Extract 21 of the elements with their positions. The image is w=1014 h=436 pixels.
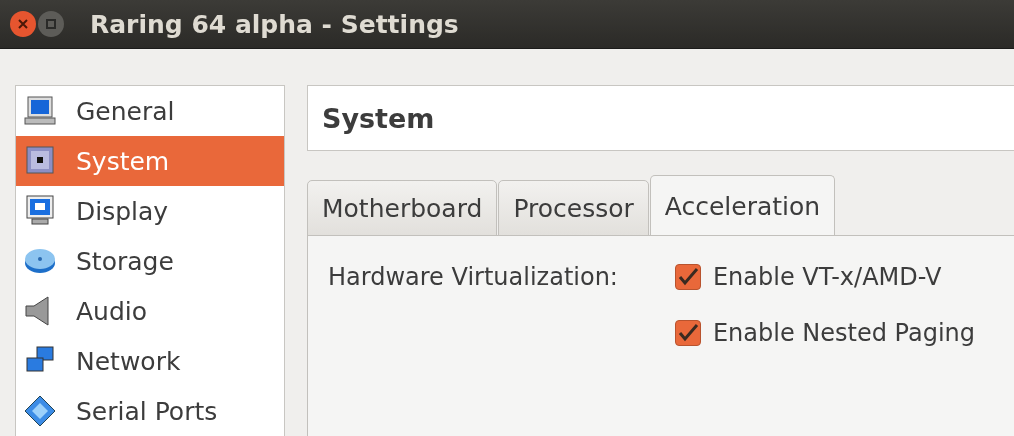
sidebar-item[interactable]: Storage bbox=[16, 236, 284, 286]
checkbox-label: Enable Nested Paging bbox=[712, 318, 976, 349]
sidebar-item[interactable]: Display bbox=[16, 186, 284, 236]
tab[interactable]: Motherboard bbox=[307, 180, 498, 236]
monitor-icon bbox=[22, 94, 58, 128]
close-icon bbox=[17, 18, 29, 30]
window-title: Raring 64 alpha - Settings bbox=[90, 9, 459, 39]
square-icon bbox=[45, 18, 57, 30]
checkbox[interactable] bbox=[674, 264, 701, 290]
tab[interactable]: Acceleration bbox=[649, 175, 836, 236]
sidebar-item[interactable]: General bbox=[16, 86, 284, 136]
close-button[interactable] bbox=[10, 11, 36, 37]
sidebar-item[interactable]: Serial Ports bbox=[16, 386, 284, 436]
checkbox[interactable] bbox=[674, 320, 701, 346]
tab[interactable]: Processor bbox=[498, 180, 649, 236]
page-title: System bbox=[322, 102, 435, 134]
checkbox-label: Enable VT-x/AMD-V bbox=[712, 262, 942, 293]
field-label: Hardware Virtualization: bbox=[328, 262, 619, 293]
sidebar-item[interactable]: Network bbox=[16, 336, 284, 386]
sidebar-item[interactable]: Audio bbox=[16, 286, 284, 336]
serial-port-icon bbox=[22, 394, 58, 428]
